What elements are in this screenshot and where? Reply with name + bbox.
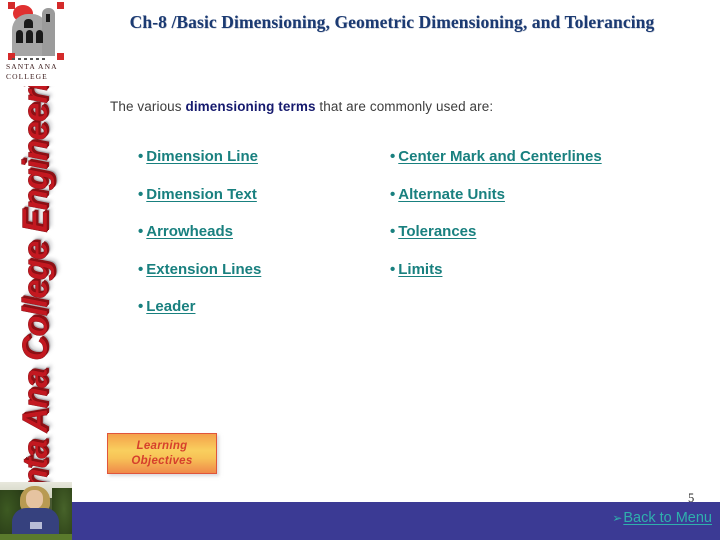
arch-window-shape <box>16 30 23 43</box>
slide-title: Ch-8 /Basic Dimensioning, Geometric Dime… <box>129 12 655 32</box>
list-item[interactable]: • Dimension Line <box>138 148 378 165</box>
subtitle-text-before: The various <box>110 99 186 114</box>
photo-person-face <box>26 490 43 509</box>
mission-door-shape <box>24 19 33 28</box>
learning-objectives-line1: Learning <box>136 439 188 452</box>
subtitle-text-after: that are commonly used are: <box>315 99 494 114</box>
college-logo-line2: COLLEGE <box>6 72 48 81</box>
link-tolerances[interactable]: Tolerances <box>398 223 476 240</box>
logo-corner-square <box>57 2 64 9</box>
instructor-photo <box>0 482 72 540</box>
logo-dashed-rule <box>12 58 46 60</box>
photo-grass <box>0 534 72 540</box>
bullet-list-right: • Center Mark and Centerlines • Alternate … <box>390 148 700 298</box>
mission-building-icon <box>8 2 64 60</box>
link-limits[interactable]: Limits <box>398 261 442 278</box>
link-extension-lines[interactable]: Extension Lines <box>146 261 261 278</box>
page-number: 5 <box>688 491 695 505</box>
left-sidebar: SANTA ANA COLLEGE Santa Ana College Engi… <box>0 0 72 540</box>
list-item[interactable]: • Center Mark and Centerlines <box>390 148 700 165</box>
logo-corner-square <box>8 2 15 9</box>
bullet-list-left: • Dimension Line • Dimension Text • Arrowhe… <box>138 148 378 336</box>
link-dimension-line[interactable]: Dimension Line <box>146 148 258 165</box>
list-item[interactable]: • Alternate Units <box>390 186 700 203</box>
link-alternate-units[interactable]: Alternate Units <box>398 186 505 203</box>
link-center-mark-and-centerlines[interactable]: Center Mark and Centerlines <box>398 148 601 165</box>
tower-window-shape <box>46 14 50 22</box>
arch-window-shape <box>26 30 33 43</box>
vertical-banner-text: Santa Ana College Engineering <box>16 86 55 486</box>
list-item[interactable]: • Limits <box>390 261 700 278</box>
slide-subtitle: The various dimensioning terms that are … <box>110 99 493 114</box>
college-logo-line1: SANTA ANA <box>6 62 58 71</box>
list-item[interactable]: • Tolerances <box>390 223 700 240</box>
back-to-menu-label: Back to Menu <box>623 510 712 526</box>
list-item[interactable]: • Extension Lines <box>138 261 378 278</box>
arch-window-shape <box>36 30 43 43</box>
learning-objectives-line2: Objectives <box>131 454 193 467</box>
photo-shirt-logo <box>30 522 42 529</box>
back-to-menu-link[interactable]: ➢Back to Menu <box>612 510 712 526</box>
subtitle-emphasis: dimensioning terms <box>185 99 316 114</box>
link-leader[interactable]: Leader <box>146 298 195 315</box>
list-item[interactable]: • Arrowheads <box>138 223 378 240</box>
arrow-right-icon: ➢ <box>612 511 623 525</box>
list-item[interactable]: • Leader <box>138 298 378 315</box>
college-logo: SANTA ANA COLLEGE <box>6 2 68 84</box>
link-arrowheads[interactable]: Arrowheads <box>146 223 233 240</box>
link-dimension-text[interactable]: Dimension Text <box>146 186 257 203</box>
vertical-banner: Santa Ana College Engineering <box>0 86 72 486</box>
logo-corner-square <box>57 53 64 60</box>
learning-objectives-button[interactable]: Learning Objectives <box>107 433 217 474</box>
college-logo-name: SANTA ANA COLLEGE <box>6 62 68 82</box>
list-item[interactable]: • Dimension Text <box>138 186 378 203</box>
